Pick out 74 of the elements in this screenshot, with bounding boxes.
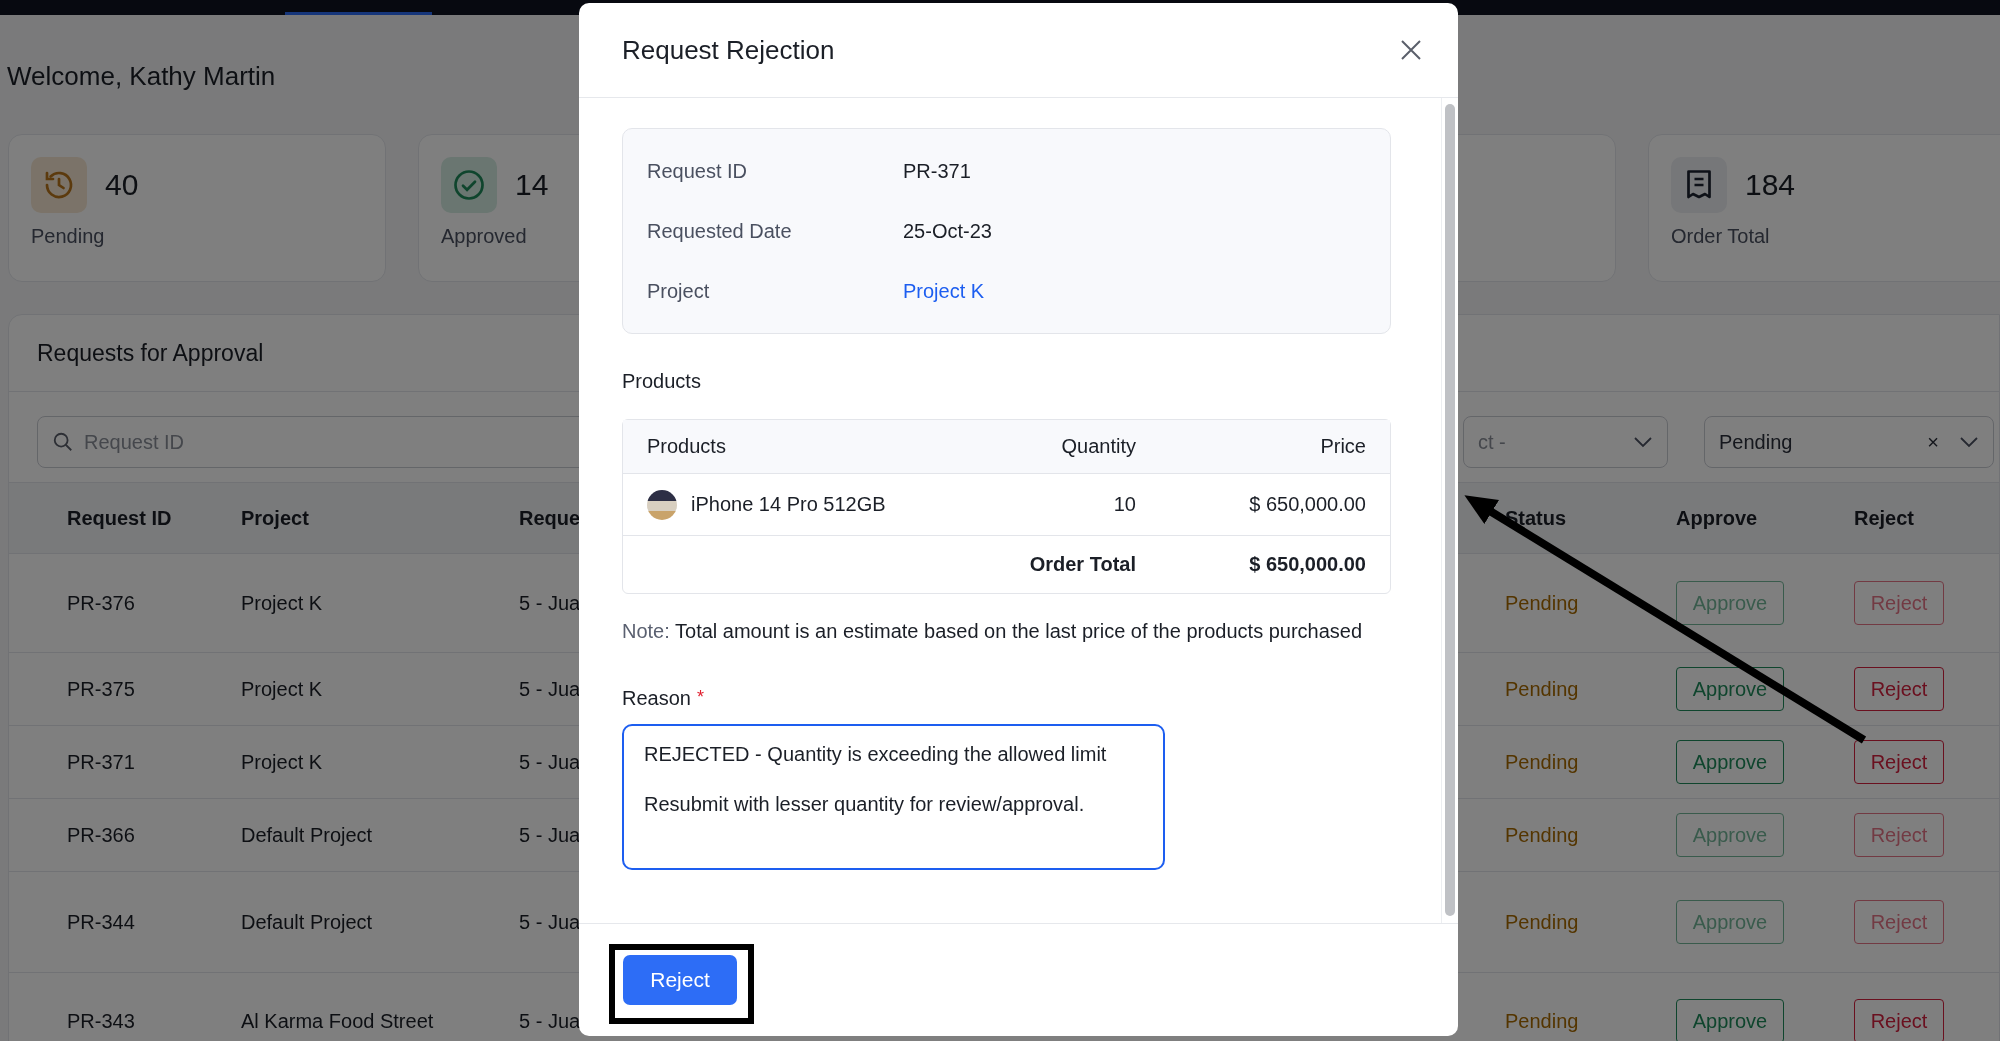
field-label: Reason <box>622 687 691 710</box>
reject-button[interactable]: Reject <box>623 955 737 1005</box>
stat-label: Approved <box>441 225 527 248</box>
reason-field[interactable]: REJECTED - Quantity is exceeding the allowed limit Resubmit with lesser quantity for review/approval. <box>622 724 1165 870</box>
table-cell: 5 - Jua <box>519 591 581 615</box>
column-header: Products <box>647 435 727 458</box>
stat-value: 14 <box>515 168 549 202</box>
detail-label: Requested Date <box>647 219 793 243</box>
close-icon[interactable] <box>1400 39 1422 61</box>
chevron-down-icon <box>1633 436 1653 448</box>
chevron-down-icon <box>1959 436 1979 448</box>
total-label: Order Total <box>1029 553 1136 576</box>
welcome-heading: Welcome, Kathy Martin <box>7 61 276 92</box>
table-cell: PR-366 <box>67 823 135 847</box>
column-header: Request ID <box>67 506 172 530</box>
column-header: Approve <box>1676 506 1758 530</box>
table-cell: PR-343 <box>67 1009 135 1033</box>
stat-value: 184 <box>1745 168 1796 202</box>
detail-value: PR-371 <box>903 159 971 183</box>
status-dropdown[interactable]: Pending × <box>1704 416 1994 468</box>
detail-link[interactable]: Project K <box>903 279 985 303</box>
approve-button[interactable]: Approve <box>1676 667 1784 711</box>
status-text: Pending <box>1505 750 1579 774</box>
column-header: Reject <box>1854 506 1915 530</box>
project-dropdown[interactable]: ct - <box>1463 416 1668 468</box>
table-cell: 10 <box>1113 493 1136 516</box>
table-cell: 5 - Jua <box>519 910 581 934</box>
note-label: Note: <box>622 620 670 642</box>
scrollbar[interactable] <box>1441 98 1458 923</box>
table-cell: iPhone 14 Pro 512GB <box>691 493 886 516</box>
status-text: Pending <box>1505 1009 1579 1033</box>
reject-button[interactable]: Reject <box>1854 667 1944 711</box>
check-circle-icon <box>451 167 487 203</box>
status-text: Pending <box>1505 677 1579 701</box>
table-cell: Project K <box>241 750 323 774</box>
column-header: Reque <box>519 506 581 530</box>
stat-label: Pending <box>31 225 105 248</box>
reject-button[interactable]: Reject <box>1854 999 1944 1041</box>
approve-button[interactable]: Approve <box>1676 999 1784 1041</box>
column-header: Project <box>241 506 309 530</box>
table-cell: 5 - Jua <box>519 750 581 774</box>
reject-button[interactable]: Reject <box>1854 740 1944 784</box>
table-cell: PR-376 <box>67 591 135 615</box>
stat-value: 40 <box>105 168 139 202</box>
table-cell: Project K <box>241 591 323 615</box>
product-thumbnail <box>647 489 677 520</box>
detail-label: Project <box>647 279 711 303</box>
detail-value: 25-Oct-23 <box>903 219 992 243</box>
column-header: Price <box>1320 435 1366 458</box>
table-cell: 5 - Jua <box>519 823 581 847</box>
table-cell: 5 - Jua <box>519 677 581 701</box>
table-cell: PR-344 <box>67 910 135 934</box>
required-mark: * <box>696 687 704 709</box>
section-title: Products <box>622 370 701 393</box>
table-cell: PR-375 <box>67 677 135 701</box>
stat-label: Order Total <box>1671 225 1770 248</box>
table-cell: Project K <box>241 677 323 701</box>
column-header: Quantity <box>1061 435 1136 458</box>
status-text: Pending <box>1505 823 1579 847</box>
panel-title: Requests for Approval <box>37 339 264 367</box>
table-cell: PR-371 <box>67 750 135 774</box>
table-cell: Al Karma Food Street <box>241 1009 434 1033</box>
approve-button[interactable]: Approve <box>1676 740 1784 784</box>
clear-button[interactable]: × <box>1927 430 1939 454</box>
modal-title: Request Rejection <box>622 34 835 66</box>
table-cell: Default Project <box>241 823 373 847</box>
table-cell: $ 650,000.00 <box>1249 493 1366 516</box>
detail-label: Request ID <box>647 159 749 183</box>
total-value: $ 650,000.00 <box>1249 553 1366 576</box>
note-text: Total amount is an estimate based on the last price of the products purchased <box>675 620 1363 642</box>
status-text: Pending <box>1505 591 1579 615</box>
status-text: Pending <box>1505 910 1579 934</box>
table-cell: Default Project <box>241 910 373 934</box>
search-icon <box>52 431 74 453</box>
